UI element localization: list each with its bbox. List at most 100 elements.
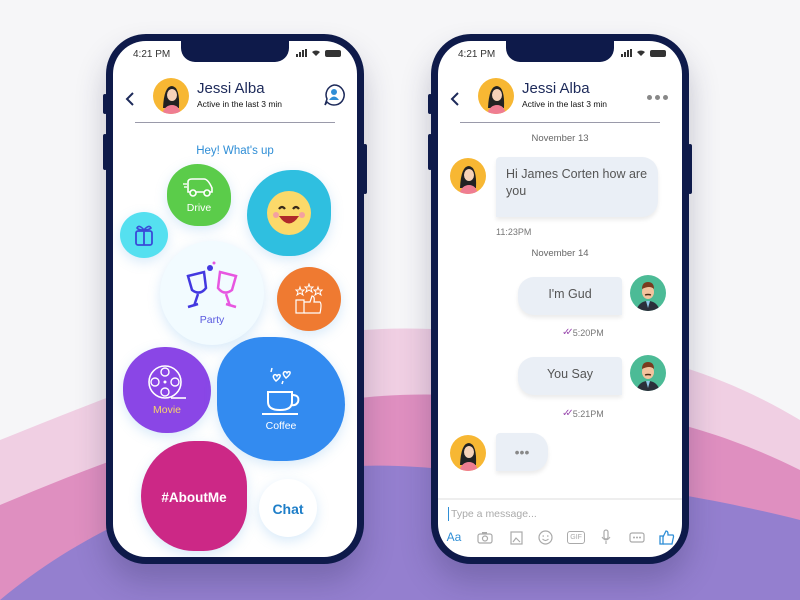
side-button	[428, 94, 432, 114]
back-button[interactable]	[450, 91, 460, 112]
car-icon	[183, 178, 213, 197]
bubble-label: Movie	[152, 404, 181, 416]
contact-avatar[interactable]	[478, 78, 514, 114]
volume-up-button	[103, 134, 107, 170]
bubble-coffee[interactable]: Coffee	[217, 337, 345, 461]
more-dots-icon	[655, 95, 660, 100]
emoji-button[interactable]	[537, 528, 555, 546]
user-avatar	[630, 275, 666, 311]
bubble-label: Drive	[186, 202, 212, 214]
wifi-icon	[312, 50, 320, 56]
message-time-row: ✓✓ 5:21PM	[562, 408, 604, 419]
profile-button[interactable]	[323, 84, 345, 106]
text-format-button[interactable]: Aa	[444, 528, 464, 546]
more-dots-icon	[629, 531, 645, 543]
wine-glasses-icon	[186, 261, 238, 309]
profile-chat-icon	[324, 84, 345, 106]
contact-status: Active in the last 3 min	[522, 99, 608, 109]
film-reel-icon	[148, 365, 186, 399]
woman-avatar-icon	[162, 86, 181, 114]
battery-icon	[650, 49, 666, 57]
typing-indicator: •••	[496, 433, 548, 471]
contact-avatar[interactable]	[153, 78, 189, 114]
status-icons	[296, 49, 341, 57]
more-dots-icon	[647, 95, 652, 100]
user-avatar	[630, 355, 666, 391]
man-avatar-icon	[636, 282, 660, 311]
read-check-icon: ✓✓	[562, 327, 574, 338]
gallery-icon	[509, 530, 523, 545]
bubble-label: #AboutMe	[161, 489, 227, 505]
microphone-button[interactable]	[597, 528, 615, 546]
outgoing-message: I'm Gud	[518, 277, 622, 315]
volume-up-button	[428, 134, 432, 170]
bubble-label: Coffee	[265, 420, 297, 432]
bubble-gift[interactable]	[120, 212, 168, 258]
like-button[interactable]	[658, 528, 676, 546]
bubble-emoji[interactable]	[247, 170, 331, 256]
signal-icon	[621, 49, 632, 57]
screen: 4:21 PM Jessi Alba Active in the last 3 …	[438, 41, 682, 557]
back-button[interactable]	[125, 91, 135, 112]
screen: 4:21 PM Jessi Alba Active in the last 3 …	[113, 41, 357, 557]
chat-header: Jessi Alba Active in the last 3 min	[438, 75, 682, 125]
smiley-emoji-icon	[267, 191, 311, 235]
chevron-left-icon	[450, 92, 459, 106]
message-time-row: ✓✓ 5:20PM	[562, 327, 604, 338]
bubble-chat[interactable]: Chat	[259, 479, 317, 537]
outgoing-message: You Say	[518, 357, 622, 395]
man-avatar-icon	[636, 362, 660, 391]
status-time: 4:21 PM	[458, 49, 496, 60]
composer-divider	[438, 498, 682, 500]
message-time: 5:21PM	[572, 408, 604, 419]
contact-avatar	[450, 435, 486, 471]
contact-status: Active in the last 3 min	[197, 99, 283, 109]
status-time: 4:21 PM	[133, 49, 171, 60]
thumbs-up-stars-icon	[294, 283, 324, 314]
text-format-label: Aa	[446, 530, 462, 544]
camera-icon	[477, 531, 493, 544]
read-check-icon: ✓✓	[562, 408, 574, 419]
thumbs-up-icon	[659, 530, 675, 545]
woman-avatar-icon	[459, 443, 478, 471]
bubble-rating[interactable]	[277, 267, 341, 331]
incoming-message: Hi James Corten how are you	[496, 157, 658, 217]
composer-toolbar: Aa GIF	[444, 528, 676, 546]
gallery-button[interactable]	[507, 528, 525, 546]
woman-avatar-icon	[487, 86, 506, 114]
gif-icon: GIF	[567, 530, 585, 544]
notch	[506, 41, 614, 62]
bubble-label: Party	[199, 314, 225, 326]
phone-chat: 4:21 PM Jessi Alba Active in the last 3 …	[428, 34, 692, 564]
chat-header: Jessi Alba Active in the last 3 min	[113, 75, 357, 125]
bubble-movie[interactable]: Movie	[123, 347, 211, 433]
power-button	[363, 144, 367, 194]
bubble-party[interactable]: Party	[160, 241, 264, 345]
coffee-cup-icon	[262, 367, 300, 415]
chevron-left-icon	[125, 92, 134, 106]
microphone-icon	[601, 529, 611, 544]
status-icons	[621, 49, 666, 57]
side-button	[103, 94, 107, 114]
camera-button[interactable]	[476, 528, 494, 546]
message-input[interactable]: Type a message...	[448, 507, 537, 521]
signal-icon	[296, 49, 307, 57]
header-divider	[135, 122, 335, 123]
battery-icon	[325, 49, 341, 57]
message-time: 5:20PM	[572, 327, 604, 338]
header-divider	[460, 122, 660, 123]
power-button	[688, 144, 692, 194]
bubble-drive[interactable]: Drive	[167, 164, 231, 226]
phone-bubble-menu: 4:21 PM Jessi Alba Active in the last 3 …	[103, 34, 367, 564]
smiley-icon	[538, 529, 553, 545]
more-button[interactable]	[628, 528, 646, 546]
more-dots-icon	[663, 95, 668, 100]
wifi-icon	[637, 50, 645, 56]
bubble-label: Chat	[272, 501, 304, 517]
message-time: 11:23PM	[496, 227, 532, 237]
bubble-aboutme[interactable]: #AboutMe	[141, 441, 247, 551]
gif-button[interactable]: GIF	[567, 528, 585, 546]
contact-name: Jessi Alba	[197, 80, 265, 97]
more-options-button[interactable]	[647, 95, 668, 100]
gift-icon	[135, 225, 153, 246]
